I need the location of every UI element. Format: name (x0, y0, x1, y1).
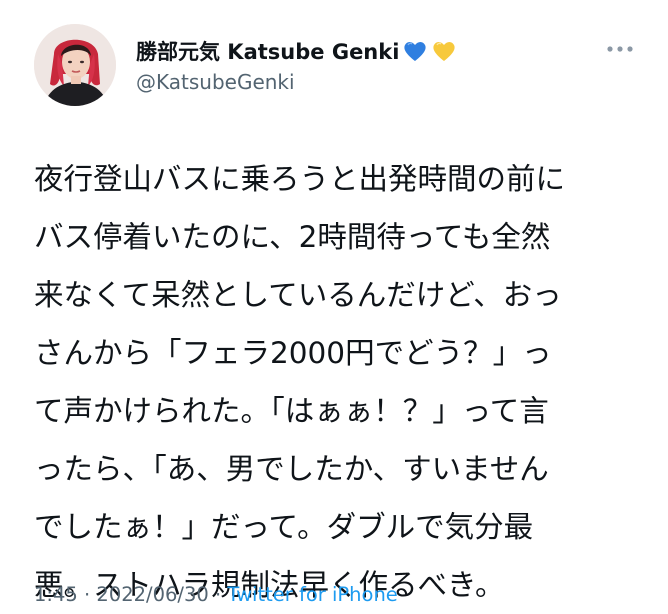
tweet-text-line: 夜行登山バスに乗ろうと出発時間の前に (34, 162, 566, 196)
avatar-image (34, 24, 116, 106)
tweet-card: 勝部元気 Katsube Genki @KatsubeGenki 夜行登山バスに… (0, 0, 668, 612)
author-name-row[interactable]: 勝部元気 Katsube Genki (136, 36, 457, 66)
blue-heart-icon (402, 38, 428, 64)
tweet-text-line: て声かけられた。「はぁぁ！？」って言 (34, 394, 549, 428)
tweet-text-line: でしたぁ！」だって。ダブルで気分最 (34, 510, 534, 544)
tweet-metadata: 1:45 · 2022/06/30 · Twitter for iPhone (34, 583, 398, 606)
meta-separator: · (215, 583, 222, 606)
tweet-text-line: ったら、「あ、男でしたか、すいません (34, 452, 549, 486)
yellow-heart-icon (431, 38, 457, 64)
tweet-text-line: バス停着いたのに、2時間待っても全然 (34, 220, 551, 254)
tweet-time[interactable]: 1:45 (34, 583, 78, 606)
avatar[interactable] (34, 24, 116, 106)
author-handle[interactable]: @KatsubeGenki (136, 70, 295, 94)
tweet-text-line: 来なくて呆然としているんだけど、おっ (34, 278, 562, 312)
tweet-text: 夜行登山バスに乗ろうと出発時間の前に バス停着いたのに、2時間待っても全然 来な… (34, 150, 644, 614)
tweet-date[interactable]: 2022/06/30 (96, 583, 208, 606)
tweet-text-line: さんから「フェラ2000円でどう？」っ (34, 336, 552, 370)
author-display-name[interactable]: 勝部元気 Katsube Genki (136, 36, 399, 66)
more-options-icon[interactable] (606, 44, 634, 54)
meta-separator: · (84, 583, 91, 606)
tweet-source-link[interactable]: Twitter for iPhone (227, 583, 397, 606)
